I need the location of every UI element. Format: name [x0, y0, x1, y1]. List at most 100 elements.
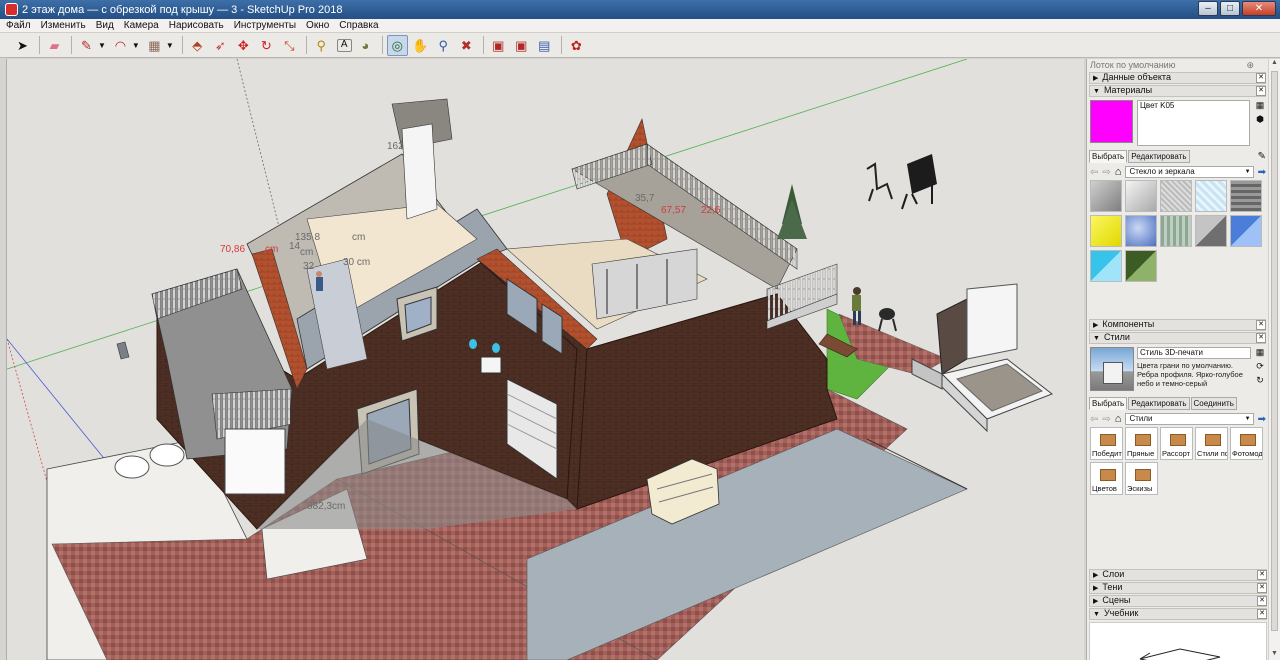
move-tool-icon[interactable]: ✥	[233, 35, 254, 56]
material-swatch[interactable]	[1195, 215, 1227, 247]
panel-tutorial[interactable]: ▼ Учебник ✕	[1089, 608, 1267, 620]
panel-layers[interactable]: ▶ Слои ✕	[1089, 569, 1267, 581]
tab-mix[interactable]: Соединить	[1190, 397, 1237, 410]
material-swatch[interactable]	[1160, 180, 1192, 212]
menu-edit[interactable]: Изменить	[41, 20, 86, 31]
style-folder[interactable]: Цветов	[1090, 462, 1123, 495]
update-style-icon[interactable]: ⟳	[1256, 361, 1264, 372]
eraser-tool-icon[interactable]: ▰	[44, 35, 65, 56]
orbit-tool-icon[interactable]: ◎	[386, 34, 408, 56]
material-swatch[interactable]	[1195, 180, 1227, 212]
tab-edit[interactable]: Редактировать	[1128, 397, 1190, 410]
current-material-swatch[interactable]	[1090, 100, 1133, 143]
model-viewport[interactable]: 162 135,8 cm 70,86 cm 14 cm 32 30 cm 35,…	[6, 59, 1084, 660]
forward-icon[interactable]: ⇨	[1102, 414, 1110, 425]
material-library-select[interactable]: Стекло и зеркала ▼	[1125, 166, 1254, 178]
close-icon[interactable]: ✕	[1256, 320, 1266, 330]
select-tool-icon[interactable]: ➤	[12, 35, 33, 56]
style-folder[interactable]: Стили по	[1195, 427, 1228, 460]
menu-camera[interactable]: Камера	[124, 20, 159, 31]
close-icon[interactable]: ✕	[1257, 570, 1267, 580]
material-3d-icon[interactable]: ⬢	[1256, 114, 1264, 125]
menu-draw[interactable]: Нарисовать	[169, 20, 224, 31]
chevron-down-icon[interactable]: ▼	[166, 41, 174, 50]
details-arrow-icon[interactable]: ➡	[1258, 414, 1266, 425]
style-library-select[interactable]: Стили ▼	[1125, 413, 1254, 425]
panel-materials[interactable]: ▼ Материалы ✕	[1089, 85, 1266, 97]
close-icon[interactable]: ✕	[1257, 583, 1267, 593]
scroll-thumb[interactable]	[1271, 71, 1278, 631]
share-model-icon[interactable]: ▤	[534, 35, 555, 56]
chevron-down-icon[interactable]: ▼	[98, 41, 106, 50]
panel-components[interactable]: ▶ Компоненты ✕	[1089, 319, 1266, 331]
menu-help[interactable]: Справка	[339, 20, 378, 31]
close-icon[interactable]: ✕	[1256, 73, 1266, 83]
eyedropper-icon[interactable]: ✎	[1258, 151, 1266, 162]
style-folder[interactable]: Эскизы	[1125, 462, 1158, 495]
home-icon[interactable]: ⌂	[1115, 166, 1122, 178]
menu-window[interactable]: Окно	[306, 20, 329, 31]
details-arrow-icon[interactable]: ➡	[1258, 167, 1266, 178]
menu-view[interactable]: Вид	[96, 20, 114, 31]
style-name-field[interactable]: Стиль 3D-печати	[1137, 347, 1251, 359]
back-icon[interactable]: ⇦	[1090, 414, 1098, 425]
back-icon[interactable]: ⇦	[1090, 167, 1098, 178]
tab-select[interactable]: Выбрать	[1089, 397, 1128, 410]
tab-select[interactable]: Выбрать	[1089, 150, 1128, 163]
panel-scenes[interactable]: ▶ Сцены ✕	[1089, 595, 1267, 607]
material-swatch[interactable]	[1125, 250, 1157, 282]
zoom-extents-tool-icon[interactable]: ✖	[456, 35, 477, 56]
material-swatch[interactable]	[1230, 215, 1262, 247]
paint-bucket-tool-icon[interactable]: ◕	[355, 35, 376, 56]
tab-edit[interactable]: Редактировать	[1128, 150, 1190, 163]
chevron-down-icon[interactable]: ▼	[132, 41, 140, 50]
style-description[interactable]: Цвета грани по умолчанию. Ребра профиля.…	[1137, 361, 1251, 388]
material-swatch[interactable]	[1230, 180, 1262, 212]
pan-tool-icon[interactable]: ✋	[410, 35, 431, 56]
panel-styles[interactable]: ▼ Стили ✕	[1089, 332, 1266, 344]
rotate-tool-icon[interactable]: ↻	[256, 35, 277, 56]
style-folder[interactable]: Победит	[1090, 427, 1123, 460]
material-swatch[interactable]	[1090, 250, 1122, 282]
warehouse-icon[interactable]: ▣	[488, 35, 509, 56]
push-pull-tool-icon[interactable]: ⬘	[187, 35, 208, 56]
scroll-up-icon[interactable]: ▲	[1269, 59, 1280, 69]
material-swatch[interactable]	[1125, 180, 1157, 212]
scroll-down-icon[interactable]: ▼	[1269, 650, 1280, 660]
style-folder[interactable]: Фотомод	[1230, 427, 1263, 460]
pencil-tool-icon[interactable]: ✎	[76, 35, 97, 56]
material-swatch[interactable]	[1090, 215, 1122, 247]
panel-shadows[interactable]: ▶ Тени ✕	[1089, 582, 1267, 594]
material-swatch[interactable]	[1125, 215, 1157, 247]
zoom-tool-icon[interactable]: ⚲	[433, 35, 454, 56]
scale-tool-icon[interactable]: ⤡	[279, 35, 300, 56]
close-icon[interactable]: ✕	[1257, 596, 1267, 606]
style-folder[interactable]: Пряные	[1125, 427, 1158, 460]
maximize-button[interactable]: □	[1220, 1, 1240, 16]
close-icon[interactable]: ✕	[1257, 609, 1267, 619]
panel-entity-info[interactable]: ▶ Данные объекта ✕	[1089, 72, 1266, 84]
pin-icon[interactable]: ⊕	[1246, 59, 1254, 71]
close-button[interactable]: ✕	[1242, 1, 1276, 16]
follow-me-tool-icon[interactable]: ➶	[210, 35, 231, 56]
create-style-icon[interactable]: ▦	[1256, 347, 1265, 358]
style-folder[interactable]: Рассорт	[1160, 427, 1193, 460]
material-swatch[interactable]	[1160, 215, 1192, 247]
extension-warehouse-icon[interactable]: ▣	[511, 35, 532, 56]
tape-measure-tool-icon[interactable]: ⚲	[311, 35, 332, 56]
menu-file[interactable]: Файл	[6, 20, 31, 31]
refresh-icon[interactable]: ↻	[1256, 375, 1264, 386]
close-icon[interactable]: ✕	[1256, 333, 1266, 343]
tray-scrollbar[interactable]: ▲ ▼	[1268, 59, 1280, 660]
menu-tools[interactable]: Инструменты	[234, 20, 296, 31]
extension-manager-icon[interactable]: ✿	[566, 35, 587, 56]
forward-icon[interactable]: ⇨	[1102, 167, 1110, 178]
arc-tool-icon[interactable]: ◠	[110, 35, 131, 56]
material-swatch[interactable]	[1090, 180, 1122, 212]
minimize-button[interactable]: –	[1198, 1, 1218, 16]
close-icon[interactable]: ✕	[1256, 86, 1266, 96]
text-tool-icon[interactable]: A	[336, 38, 352, 52]
model-canvas[interactable]: 162 135,8 cm 70,86 cm 14 cm 32 30 cm 35,…	[7, 59, 1084, 660]
rectangle-tool-icon[interactable]: ▦	[144, 35, 165, 56]
home-icon[interactable]: ⌂	[1115, 413, 1122, 425]
